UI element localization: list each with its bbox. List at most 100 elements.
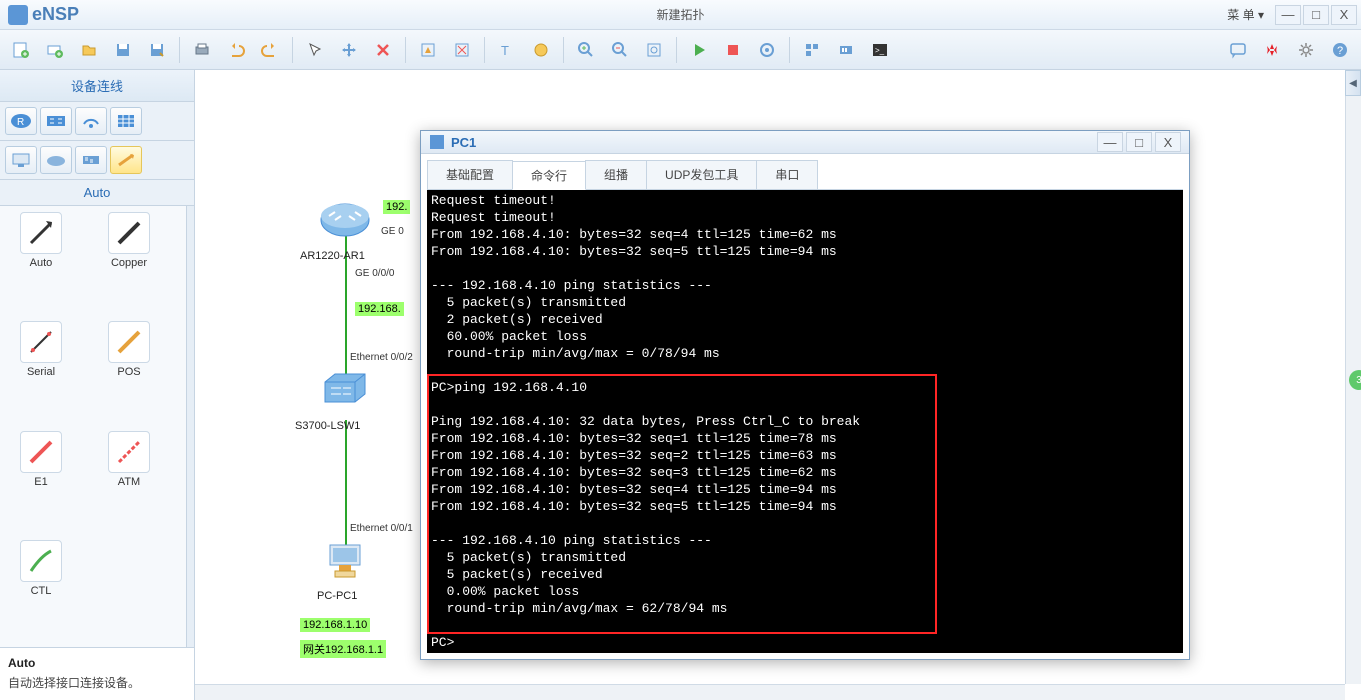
description-box: Auto 自动选择接口连接设备。 xyxy=(0,647,194,700)
pc-category[interactable] xyxy=(5,146,37,174)
dialog-maximize[interactable]: □ xyxy=(1126,132,1152,152)
save-button[interactable] xyxy=(108,35,138,65)
toolbar-sep xyxy=(676,37,677,63)
redo-button[interactable] xyxy=(255,35,285,65)
broom2-button[interactable] xyxy=(447,35,477,65)
collapse-panel-button[interactable]: ◀ xyxy=(1345,70,1361,96)
connection-category[interactable] xyxy=(110,146,142,174)
router-name: AR1220-AR1 xyxy=(300,250,365,262)
switch-port-bottom: Ethernet 0/0/1 xyxy=(350,523,413,534)
device-category-row2 xyxy=(0,141,194,180)
dialog-titlebar[interactable]: PC1 — □ X xyxy=(421,131,1189,154)
pc-name: PC-PC1 xyxy=(317,590,357,602)
palette-button[interactable] xyxy=(526,35,556,65)
open-button[interactable] xyxy=(74,35,104,65)
cloud-category[interactable] xyxy=(40,146,72,174)
pan-button[interactable] xyxy=(334,35,364,65)
cli-button[interactable]: >_ xyxy=(865,35,895,65)
pc-ip-label: 192.168.1.10 xyxy=(300,618,370,632)
pc-dialog: PC1 — □ X 基础配置 命令行 组播 UDP发包工具 串口 Request… xyxy=(420,130,1190,660)
switch-icon[interactable] xyxy=(323,370,367,406)
connection-title: Auto xyxy=(0,180,194,206)
huawei-button[interactable] xyxy=(1257,35,1287,65)
toolbar-sep xyxy=(179,37,180,63)
dialog-icon xyxy=(429,134,445,150)
desc-title: Auto xyxy=(8,656,186,670)
tab-basic[interactable]: 基础配置 xyxy=(427,160,513,189)
router-ip-label: 192. xyxy=(383,200,410,214)
canvas-scroll-h[interactable] xyxy=(195,684,1345,700)
logo-icon xyxy=(8,5,28,25)
tab-serial[interactable]: 串口 xyxy=(756,160,818,189)
switch-name: S3700-LSW1 xyxy=(295,420,360,432)
toolbar-sep xyxy=(484,37,485,63)
dialog-title: PC1 xyxy=(451,135,476,150)
toolbar-sep xyxy=(292,37,293,63)
wlan-category[interactable] xyxy=(75,107,107,135)
desc-text: 自动选择接口连接设备。 xyxy=(8,674,186,692)
message-button[interactable] xyxy=(1223,35,1253,65)
conn-auto[interactable]: Auto xyxy=(6,212,76,313)
router-category[interactable]: R xyxy=(5,107,37,135)
new-topo-button[interactable] xyxy=(6,35,36,65)
svg-text:R: R xyxy=(17,117,24,128)
dialog-close[interactable]: X xyxy=(1155,132,1181,152)
toolbar: T >_ ? xyxy=(0,30,1361,70)
capture-button[interactable] xyxy=(752,35,782,65)
undo-button[interactable] xyxy=(221,35,251,65)
conn-serial[interactable]: Serial xyxy=(6,321,76,422)
toolbar-sep xyxy=(789,37,790,63)
stop-button[interactable] xyxy=(718,35,748,65)
tab-multicast[interactable]: 组播 xyxy=(585,160,647,189)
help-button[interactable]: ? xyxy=(1325,35,1355,65)
menu-button[interactable]: 菜 单 ▾ xyxy=(1218,3,1273,26)
firewall-category[interactable] xyxy=(110,107,142,135)
zoomout-button[interactable] xyxy=(605,35,635,65)
highlight-box xyxy=(427,374,937,634)
saveas-button[interactable] xyxy=(142,35,172,65)
interface-button[interactable] xyxy=(831,35,861,65)
maximize-button[interactable]: □ xyxy=(1303,5,1329,25)
pc-gateway-label: 网关192.168.1.1 xyxy=(300,640,386,658)
console-output[interactable]: Request timeout! Request timeout! From 1… xyxy=(427,190,1183,653)
sidebar-scrollbar[interactable] xyxy=(186,206,194,647)
dialog-minimize[interactable]: — xyxy=(1097,132,1123,152)
svg-text:>_: >_ xyxy=(875,46,885,55)
print-button[interactable] xyxy=(187,35,217,65)
sidebar-title: 设备连线 xyxy=(0,70,194,102)
link-switch-pc[interactable] xyxy=(345,420,347,550)
gear-button[interactable] xyxy=(1291,35,1321,65)
app-logo: eNSP xyxy=(0,4,87,25)
switch-category[interactable] xyxy=(40,107,72,135)
zoomin-button[interactable] xyxy=(571,35,601,65)
conn-copper[interactable]: Copper xyxy=(94,212,164,313)
window-title: 新建拓扑 xyxy=(656,6,704,23)
start-button[interactable] xyxy=(684,35,714,65)
pc-icon[interactable] xyxy=(325,540,365,580)
text-button[interactable]: T xyxy=(492,35,522,65)
app-name: eNSP xyxy=(32,4,79,25)
broom-button[interactable] xyxy=(413,35,443,65)
hub-category[interactable] xyxy=(75,146,107,174)
conn-atm[interactable]: ATM xyxy=(94,431,164,532)
tab-udp[interactable]: UDP发包工具 xyxy=(646,160,757,189)
new-device-button[interactable] xyxy=(40,35,70,65)
toolbar-sep xyxy=(563,37,564,63)
conn-ctl[interactable]: CTL xyxy=(6,540,76,641)
conn-pos[interactable]: POS xyxy=(94,321,164,422)
delete-button[interactable] xyxy=(368,35,398,65)
tab-cli[interactable]: 命令行 xyxy=(512,161,586,190)
conn-e1[interactable]: E1 xyxy=(6,431,76,532)
titlebar: eNSP 新建拓扑 菜 单 ▾ — □ X xyxy=(0,0,1361,30)
router-icon[interactable] xyxy=(320,200,370,240)
zoomfit-button[interactable] xyxy=(639,35,669,65)
pointer-button[interactable] xyxy=(300,35,330,65)
device-category-row1: R xyxy=(0,102,194,141)
close-button[interactable]: X xyxy=(1331,5,1357,25)
svg-text:T: T xyxy=(501,43,509,58)
switch-ip-label: 192.168. xyxy=(355,302,404,316)
router-port-top: GE 0 xyxy=(381,226,404,237)
minimize-button[interactable]: — xyxy=(1275,5,1301,25)
window-controls: 菜 单 ▾ — □ X xyxy=(1218,3,1357,26)
layout-button[interactable] xyxy=(797,35,827,65)
